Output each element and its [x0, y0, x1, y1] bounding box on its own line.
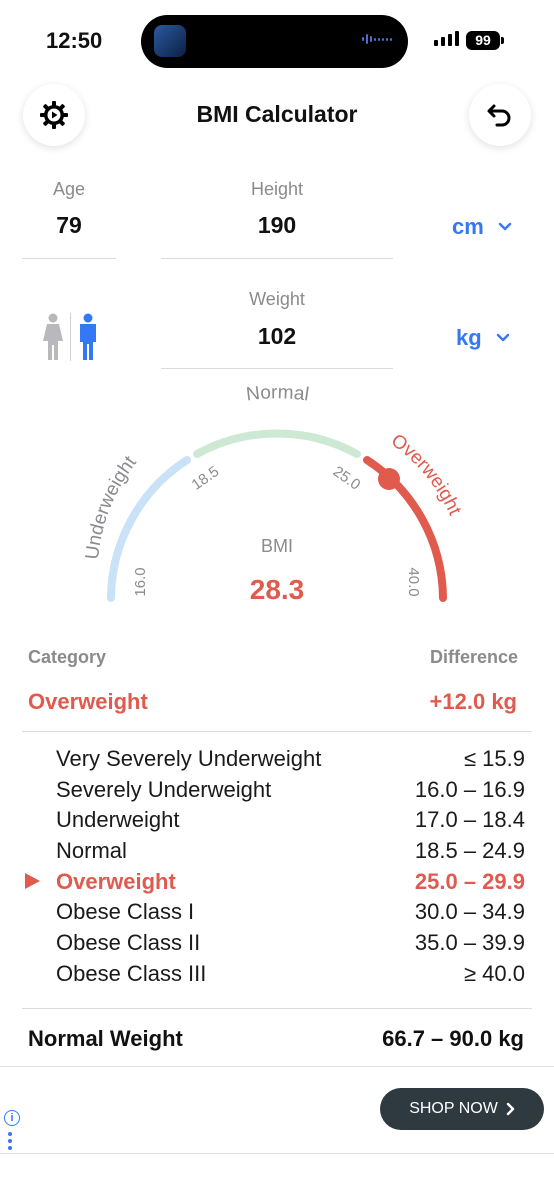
height-underline [161, 258, 393, 259]
gauge-tick-18-5: 18.5 [189, 463, 223, 494]
weight-value[interactable]: 102 [161, 323, 393, 350]
weight-label: Weight [249, 289, 305, 309]
range-row: Obese Class III ≥ 40.0 [0, 961, 554, 992]
range-value: 17.0 – 18.4 [414, 807, 525, 833]
range-value: 18.5 – 24.9 [414, 838, 525, 864]
bmi-label: BMI [260, 536, 293, 556]
range-name: Severely Underweight [56, 776, 272, 802]
range-value: ≥ 40.0 [463, 960, 525, 986]
battery-indicator: 99 [466, 31, 500, 50]
height-label: Height [250, 179, 304, 199]
height-unit-select[interactable]: cm [452, 214, 512, 240]
age-label: Age [52, 179, 86, 199]
signal-icon [434, 31, 459, 46]
range-row: Severely Underweight 16.0 – 16.9 [0, 777, 554, 808]
range-row: Obese Class I 30.0 – 34.9 [0, 899, 554, 930]
range-row: Obese Class II 35.0 – 39.9 [0, 930, 554, 961]
battery-cap [501, 37, 504, 44]
range-name: Obese Class I [56, 899, 195, 925]
dynamic-island [141, 15, 408, 68]
range-name: Very Severely Underweight [56, 746, 322, 771]
undo-icon [487, 104, 511, 127]
chevron-down-icon [498, 222, 511, 231]
chevron-down-icon [496, 333, 509, 342]
category-value: Overweight [28, 689, 148, 714]
sex-selector [42, 313, 99, 361]
current-range-arrow-icon [25, 872, 40, 889]
range-name: Obese Class II [56, 930, 201, 956]
bmi-value: 28.3 [249, 574, 305, 605]
status-time: 12:50 [46, 28, 103, 53]
range-name: Overweight [56, 868, 176, 894]
ranges-divider [22, 1008, 532, 1009]
weight-unit-label: kg [456, 325, 482, 350]
now-playing-app-icon [154, 25, 186, 57]
male-icon[interactable] [77, 313, 99, 361]
range-value: 25.0 – 29.9 [414, 868, 525, 894]
age-underline [22, 258, 116, 259]
range-value: 16.0 – 16.9 [414, 776, 525, 802]
normal-weight-label: Normal Weight [28, 1026, 183, 1051]
weight-unit-select[interactable]: kg [456, 325, 510, 351]
height-value[interactable]: 190 [161, 212, 393, 239]
range-row: Underweight 17.0 – 18.4 [0, 807, 554, 838]
gauge-normal-arc [193, 429, 361, 458]
difference-value: +12.0 kg [429, 689, 517, 714]
gauge-indicator [378, 468, 400, 490]
normal-weight-value: 66.7 – 90.0 kg [382, 1026, 524, 1051]
sex-divider [70, 313, 71, 361]
range-name: Obese Class III [56, 960, 207, 986]
range-row: Normal 18.5 – 24.9 [0, 838, 554, 869]
category-divider [22, 731, 532, 732]
undo-button[interactable] [469, 84, 531, 146]
gauge-label-normal: Normal [245, 382, 310, 405]
shop-now-label: SHOP NOW [409, 1100, 498, 1117]
chevron-right-icon [506, 1102, 514, 1116]
range-row: Very Severely Underweight ≤ 15.9 [0, 746, 554, 777]
age-value[interactable]: 79 [22, 212, 116, 239]
height-unit-label: cm [452, 214, 484, 239]
female-icon[interactable] [42, 313, 64, 361]
audio-wave-icon [362, 34, 392, 44]
ad-info-icon[interactable]: i [4, 1110, 20, 1126]
category-heading: Category [28, 647, 107, 667]
shop-now-button[interactable]: SHOP NOW [380, 1088, 544, 1130]
range-value: ≤ 15.9 [463, 746, 525, 771]
range-name: Normal [56, 838, 127, 864]
bmi-range-table: Very Severely Underweight ≤ 15.9 Severel… [0, 746, 554, 992]
weight-underline [161, 368, 393, 369]
range-value: 35.0 – 39.9 [414, 930, 525, 956]
range-name: Underweight [56, 807, 180, 833]
gauge-tick-25: 25.0 [330, 463, 364, 494]
range-row-active: Overweight 25.0 – 29.9 [0, 869, 554, 900]
ad-options-icon[interactable] [8, 1132, 12, 1150]
difference-heading: Difference [429, 647, 518, 667]
range-value: 30.0 – 34.9 [414, 899, 525, 925]
